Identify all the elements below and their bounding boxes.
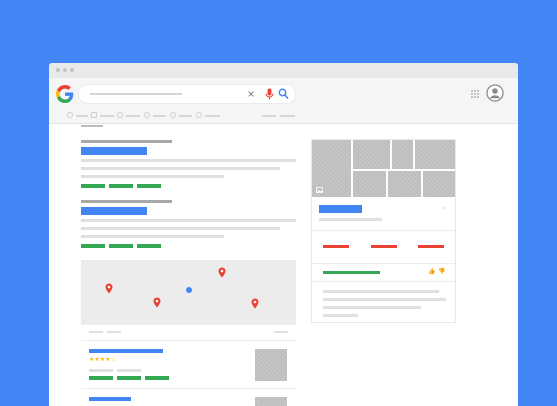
panel-title — [319, 205, 362, 213]
listing-thumbnail[interactable] — [255, 397, 287, 406]
panel-image[interactable] — [423, 171, 455, 197]
map-pin-icon[interactable] — [218, 267, 226, 278]
divider — [81, 340, 296, 341]
panel-action-link[interactable] — [371, 245, 397, 248]
search-icon[interactable] — [278, 88, 289, 100]
result-snippet-line — [81, 227, 280, 230]
share-icon[interactable]: < — [442, 206, 445, 212]
panel-status-bar — [323, 271, 380, 274]
browser-window: × ★★★★☆ < 👍 👎 — [49, 63, 518, 406]
panel-image[interactable] — [415, 140, 455, 169]
tab-label-placeholder — [205, 115, 220, 117]
panel-description-line — [323, 298, 446, 301]
window-dot-close[interactable] — [56, 68, 60, 72]
map-tab-icon — [170, 112, 176, 118]
search-header: × — [49, 78, 518, 124]
map-pin-icon[interactable] — [105, 283, 113, 294]
listing-action[interactable] — [89, 376, 113, 380]
tab-label-placeholder — [262, 115, 276, 117]
news-tab-icon — [144, 112, 150, 118]
panel-image[interactable] — [353, 140, 390, 169]
tab-label-placeholder — [100, 115, 114, 117]
mic-icon[interactable] — [265, 88, 274, 100]
tab-label-placeholder — [179, 115, 192, 117]
thumbs-up-icon[interactable]: 👍 — [428, 269, 435, 275]
sort-option-placeholder[interactable] — [107, 331, 121, 333]
more-tab-icon — [196, 112, 202, 118]
panel-action-link[interactable] — [418, 245, 444, 248]
result-sitelink[interactable] — [137, 184, 161, 188]
divider — [312, 281, 455, 282]
search-placeholder-line — [90, 93, 182, 95]
rating-stars: ★★★★☆ — [89, 357, 116, 363]
window-dot-maximize[interactable] — [70, 68, 74, 72]
search-tab-icon — [67, 112, 73, 118]
listing-action[interactable] — [117, 376, 141, 380]
panel-description-line — [323, 314, 358, 317]
apps-grid-icon[interactable] — [470, 89, 480, 99]
result-sitelink[interactable] — [109, 184, 133, 188]
listing-detail-line — [89, 369, 113, 372]
current-location-icon — [186, 287, 192, 293]
panel-subtitle — [319, 218, 382, 221]
result-title-link[interactable] — [81, 147, 147, 155]
listing-thumbnail[interactable] — [255, 349, 287, 381]
map-pin-icon[interactable] — [251, 298, 259, 309]
listing-title-link[interactable] — [89, 397, 131, 401]
result-title-link[interactable] — [81, 207, 147, 215]
image-icon[interactable] — [316, 187, 323, 193]
close-icon[interactable]: × — [245, 85, 257, 103]
result-url-placeholder — [81, 140, 172, 143]
video-tab-icon — [117, 112, 123, 118]
result-sitelink[interactable] — [81, 184, 105, 188]
panel-image[interactable] — [388, 171, 421, 197]
listing-title-link[interactable] — [89, 349, 163, 353]
knowledge-panel: < 👍 👎 — [311, 139, 456, 323]
more-places-placeholder[interactable] — [274, 331, 288, 333]
panel-image[interactable] — [392, 140, 413, 169]
panel-image[interactable] — [353, 171, 386, 197]
result-snippet-line — [81, 175, 224, 178]
result-sitelink[interactable] — [109, 244, 133, 248]
panel-description-line — [323, 290, 439, 293]
thumbs-down-icon[interactable]: 👎 — [438, 269, 445, 275]
panel-description-line — [323, 306, 421, 309]
result-snippet-line — [81, 235, 224, 238]
divider — [81, 388, 296, 389]
tab-label-placeholder — [126, 115, 140, 117]
result-url-placeholder — [81, 200, 172, 203]
window-titlebar — [49, 63, 518, 78]
sort-option-placeholder[interactable] — [89, 331, 103, 333]
tab-label-placeholder — [153, 115, 166, 117]
divider — [312, 263, 455, 264]
tab-label-placeholder — [76, 115, 88, 117]
active-tab-indicator — [81, 125, 103, 127]
map-pin-icon[interactable] — [153, 297, 161, 308]
result-sitelink[interactable] — [81, 244, 105, 248]
panel-action-link[interactable] — [323, 245, 349, 248]
tab-label-placeholder — [280, 115, 295, 117]
result-snippet-line — [81, 159, 296, 162]
result-snippet-line — [81, 219, 296, 222]
account-avatar-icon[interactable] — [486, 84, 504, 102]
listing-detail-line — [117, 369, 141, 372]
google-g-logo[interactable] — [56, 85, 74, 103]
listing-action[interactable] — [145, 376, 169, 380]
result-snippet-line — [81, 167, 280, 170]
divider — [81, 324, 296, 325]
result-sitelink[interactable] — [137, 244, 161, 248]
window-dot-minimize[interactable] — [63, 68, 67, 72]
local-map[interactable] — [81, 260, 296, 324]
search-input[interactable]: × — [79, 85, 295, 103]
divider — [312, 230, 455, 231]
image-tab-icon — [91, 112, 97, 118]
